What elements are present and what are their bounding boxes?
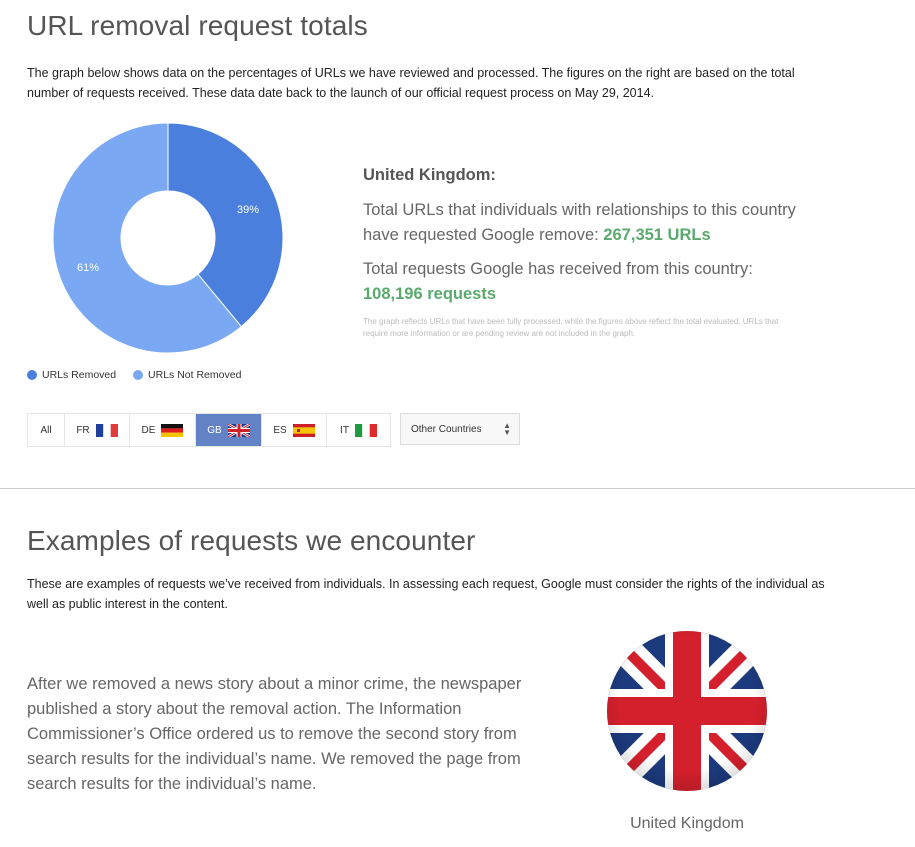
france-flag-icon (95, 423, 118, 437)
tab-label: ES (273, 424, 287, 436)
urls-stat-value: 267,351 URLs (603, 226, 711, 244)
legend-label: URLs Not Removed (148, 369, 242, 381)
updown-arrows-icon: ▲ ▼ (503, 421, 511, 437)
donut-chart: 39% 61% (52, 122, 284, 354)
tab-de[interactable]: DE (130, 414, 196, 446)
tab-gb[interactable]: GB (196, 414, 262, 446)
example-request-text: After we removed a news story about a mi… (27, 675, 522, 793)
tab-es[interactable]: ES (262, 414, 327, 446)
tab-all[interactable]: All (28, 414, 65, 446)
legend-label: URLs Removed (42, 369, 117, 381)
tab-it[interactable]: IT (327, 414, 390, 446)
country-stats: United Kingdom: Total URLs that individu… (363, 166, 803, 340)
chart-legend: URLs Removed URLs Not Removed (27, 369, 255, 383)
section-divider (0, 488, 915, 489)
requests-stat-text: Total requests Google has received from … (363, 260, 753, 278)
legend-dot-icon (133, 370, 144, 380)
other-countries-select[interactable]: Other Countries ▲ ▼ (400, 413, 520, 445)
section-intro: The graph below shows data on the percen… (27, 66, 795, 100)
select-value: Other Countries (411, 423, 482, 435)
country-caption: United Kingdom (630, 815, 744, 832)
country-tabs: All FR DE GB ES IT (27, 413, 391, 447)
requests-stat: Total requests Google has received from … (363, 257, 803, 307)
tab-label: FR (76, 424, 90, 436)
urls-stat-text: Total URLs that individuals with relatio… (363, 201, 796, 244)
legend-dot-icon (27, 370, 37, 380)
tab-label: DE (141, 424, 156, 436)
requests-stat-value: 108,196 requests (363, 285, 497, 303)
section-title-examples: Examples of requests we encounter (27, 525, 476, 556)
uk-flag-badge-icon (607, 631, 767, 791)
examples-intro: These are examples of requests we’ve rec… (27, 577, 825, 611)
tab-fr[interactable]: FR (65, 414, 130, 446)
slice-label: 61% (77, 262, 99, 274)
italy-flag-icon (354, 423, 377, 437)
germany-flag-icon (161, 423, 184, 437)
spain-flag-icon (292, 423, 315, 437)
section-title-url-removal: URL removal request totals (27, 10, 368, 41)
uk-flag-icon (227, 423, 250, 437)
slice-label: 39% (237, 204, 259, 216)
tab-label: GB (207, 424, 222, 436)
legend-item-not-removed: URLs Not Removed (133, 369, 241, 381)
tab-label: All (40, 424, 52, 436)
donut-chart-svg: 39% 61% (52, 122, 284, 354)
country-name: United Kingdom: (363, 166, 496, 184)
urls-stat: Total URLs that individuals with relatio… (363, 198, 803, 248)
tab-label: IT (340, 424, 349, 436)
legend-item-removed: URLs Removed (27, 369, 116, 381)
stats-footnote: The graph reflects URLs that have been f… (363, 317, 779, 338)
